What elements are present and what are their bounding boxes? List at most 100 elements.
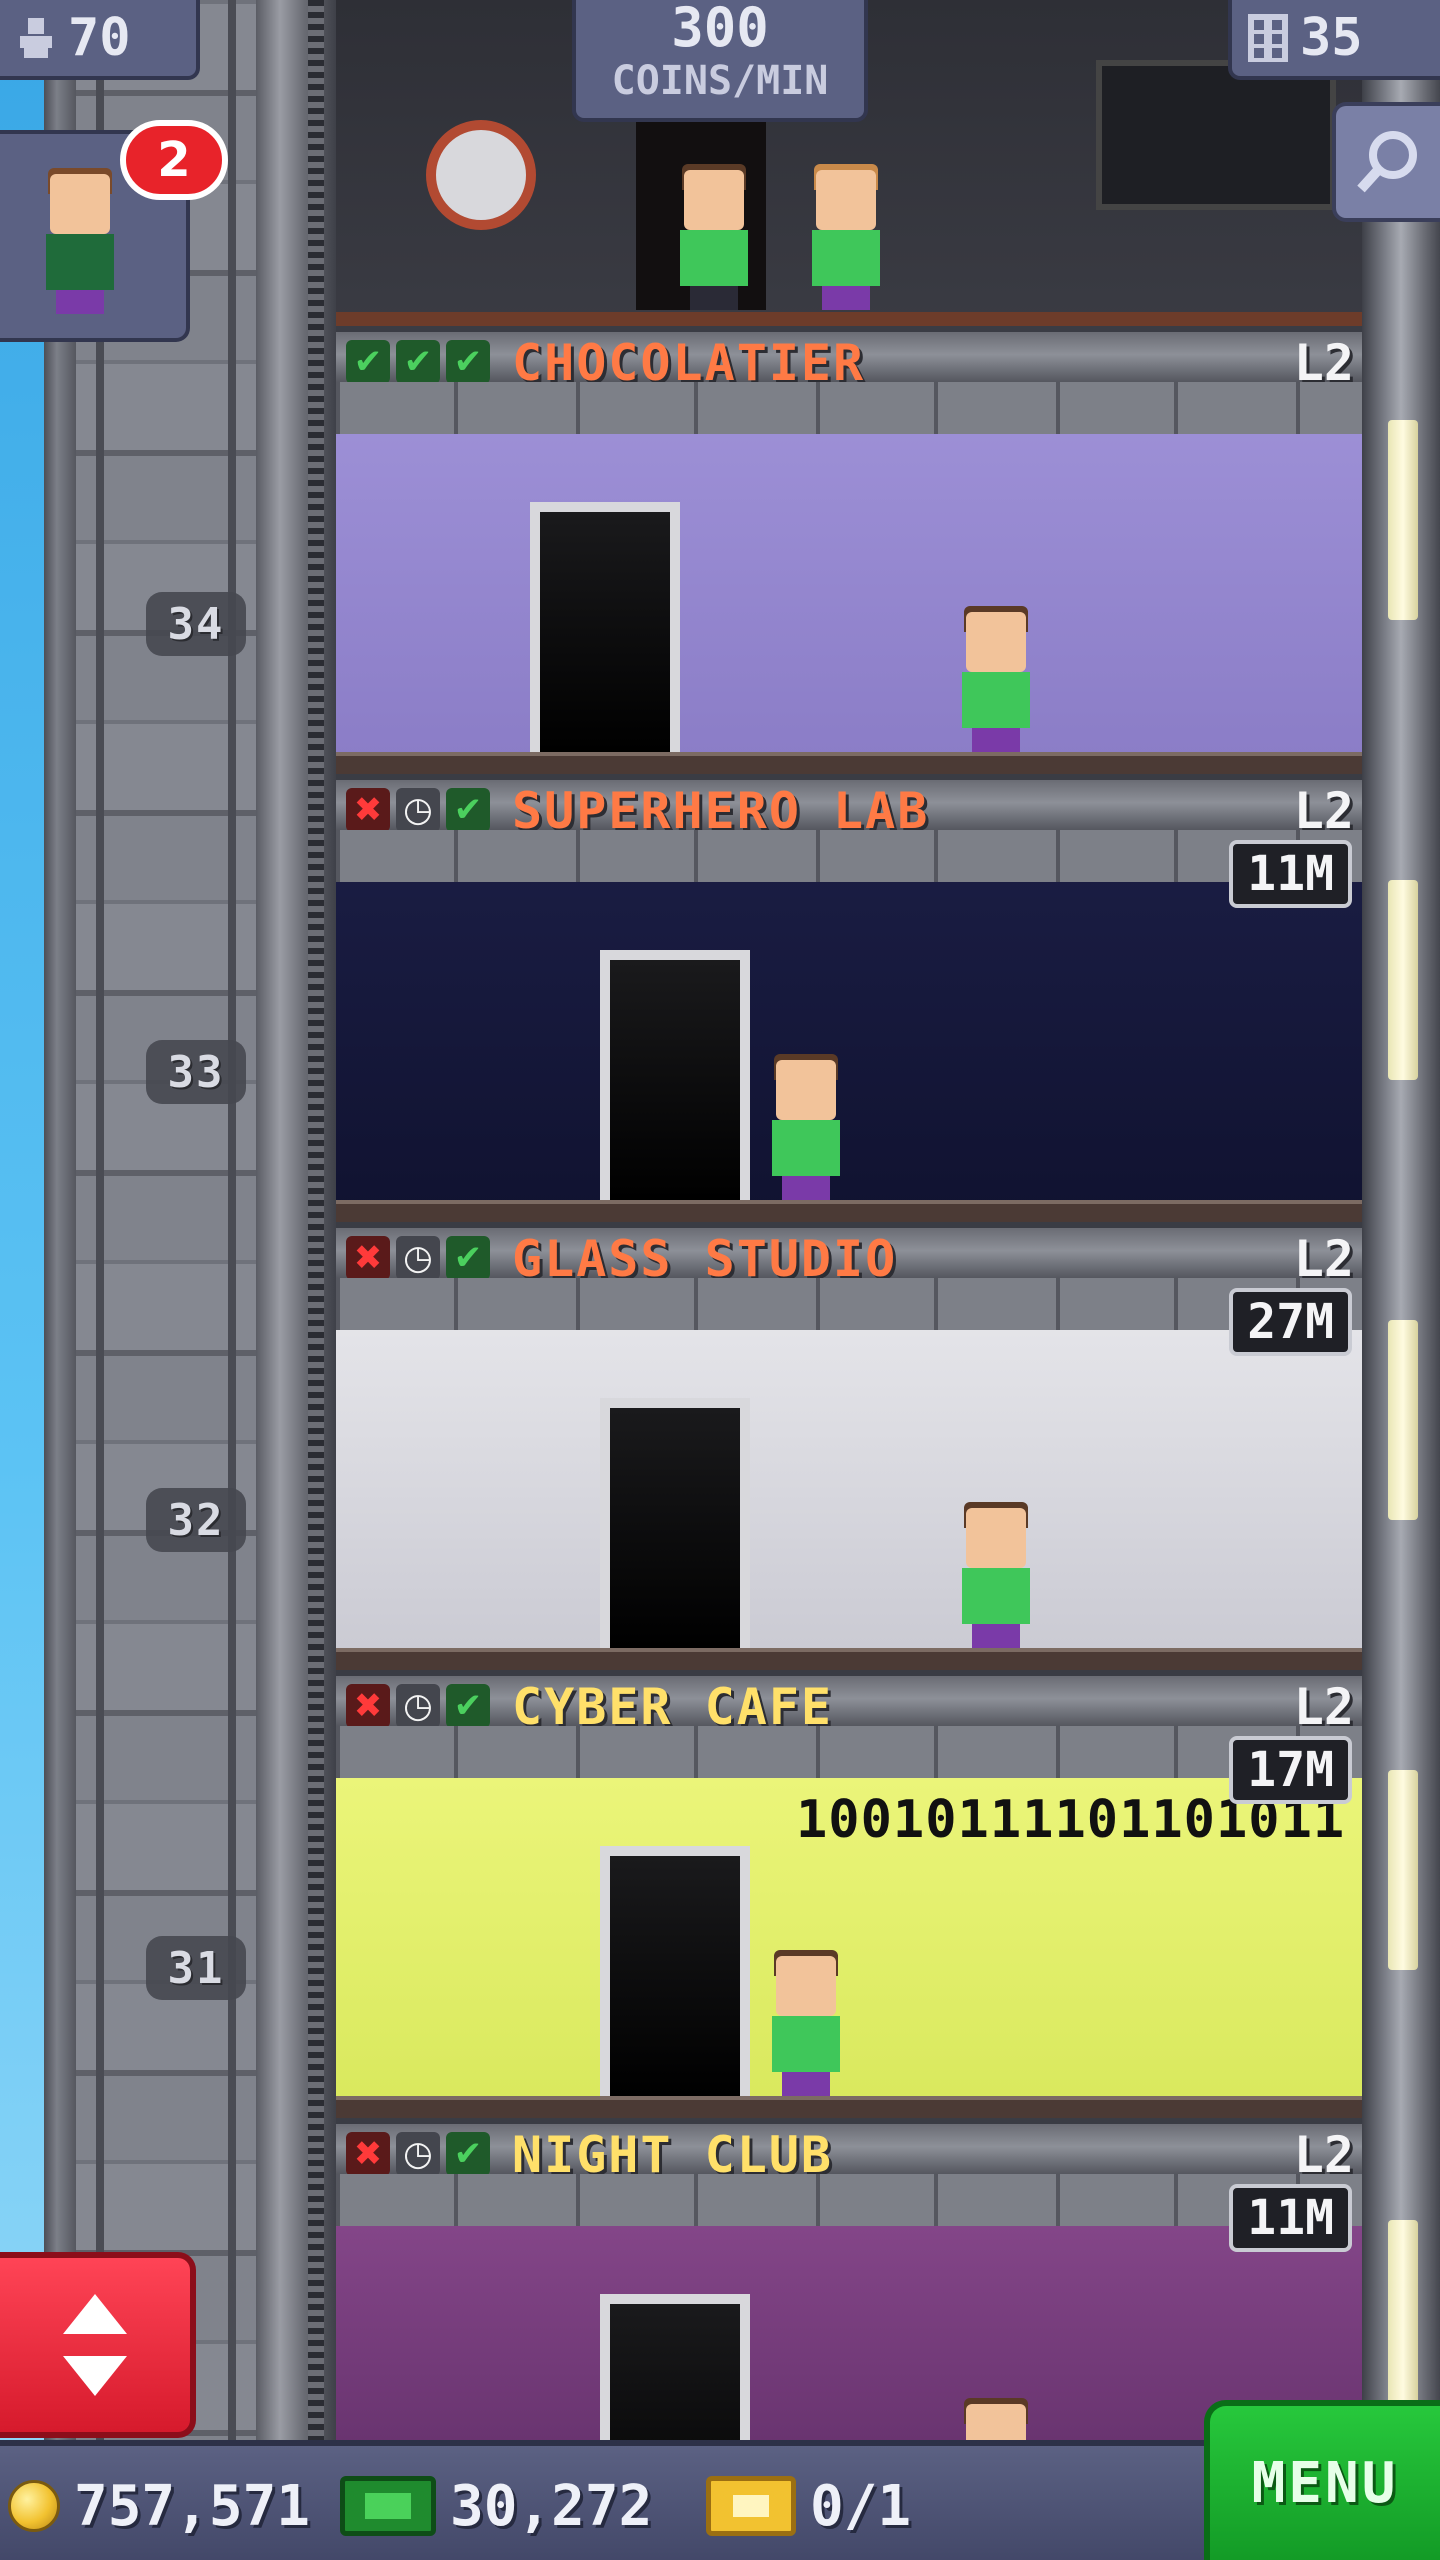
worker[interactable]: [766, 1054, 846, 1200]
tower-right-wall: [1362, 0, 1440, 2440]
bux-counter[interactable]: 30,272: [340, 2468, 652, 2544]
resident-body: [680, 230, 748, 286]
building-icon: [1248, 14, 1288, 62]
stock-timer-label: 11M: [1229, 840, 1352, 908]
worker-head: [776, 1060, 836, 1120]
floor-status-icons: ✖ ◷ ✔: [346, 2132, 490, 2176]
room-ceiling: [336, 382, 1362, 434]
coins-counter[interactable]: 757,571: [8, 2468, 310, 2544]
check-icon: ✔: [446, 1236, 490, 1280]
elevator-shaft[interactable]: [76, 0, 256, 2440]
check-icon: ✔: [346, 340, 390, 384]
room-floor: [336, 2096, 1362, 2118]
clock-icon: ◷: [396, 788, 440, 832]
cross-icon: ✖: [346, 1236, 390, 1280]
room-ceiling: [336, 2174, 1362, 2226]
stock-timer-label: 27M: [1229, 1288, 1352, 1356]
coins-per-min-label: COINS/MIN: [611, 58, 829, 104]
tickets-counter[interactable]: 0/1: [706, 2468, 911, 2544]
cross-icon: ✖: [346, 1684, 390, 1728]
up-down-arrows-icon: [63, 2294, 127, 2396]
floor-header: ✔ ✔ ✔ CHOCOLATIER L2: [336, 326, 1362, 392]
check-icon: ✔: [396, 340, 440, 384]
floor-status-icons: ✖ ◷ ✔: [346, 1236, 490, 1280]
resident-head: [816, 170, 876, 230]
resident-legs: [822, 286, 870, 310]
golden-ticket-icon: [706, 2476, 796, 2536]
room-door: [600, 950, 750, 1200]
elevator-button[interactable]: [0, 2252, 196, 2438]
resident[interactable]: [806, 164, 886, 310]
stock-timer-label: 17M: [1229, 1736, 1352, 1804]
cross-icon: ✖: [346, 788, 390, 832]
floor-count-value: 35: [1300, 8, 1363, 68]
worker[interactable]: [766, 1950, 846, 2096]
check-icon: ✔: [446, 340, 490, 384]
worker-legs: [972, 1624, 1020, 1648]
worker[interactable]: [956, 606, 1036, 752]
check-icon: ✔: [446, 1684, 490, 1728]
floor-room[interactable]: 11M: [336, 830, 1362, 1222]
coins-per-min-value: 300: [671, 0, 769, 59]
game-screen: 34 33 32 31 ✔ ✔ ✔ CHOCOLATIER L2 ✖ ◷ ✔ SUPERHERO…: [0, 0, 1440, 2560]
floor-cyber-cafe[interactable]: ✖ ◷ ✔ CYBER CAFE L2 10010111101101011 17M: [336, 1670, 1362, 2118]
visitor-avatar: [40, 168, 120, 314]
clock-icon: ◷: [396, 2132, 440, 2176]
floor-superhero-lab[interactable]: ✖ ◷ ✔ SUPERHERO LAB L2 11M: [336, 774, 1362, 1222]
menu-button[interactable]: MENU: [1204, 2400, 1440, 2560]
room-ceiling: [336, 1278, 1362, 1330]
wall-lamp: [1388, 2220, 1418, 2420]
visitor-button[interactable]: 2: [0, 120, 228, 342]
clock-icon: ◷: [396, 1684, 440, 1728]
floor-trim: [336, 312, 1362, 326]
worker-head: [966, 612, 1026, 672]
population-counter[interactable]: 70: [0, 0, 200, 80]
room-door: [600, 1846, 750, 2096]
floor-count-panel[interactable]: 35: [1228, 0, 1440, 80]
stock-timer-label: 11M: [1229, 2184, 1352, 2252]
worker[interactable]: [956, 1502, 1036, 1648]
avatar-body: [46, 234, 114, 290]
worker-body: [962, 1568, 1030, 1624]
wall-lamp: [1388, 420, 1418, 620]
wall-lamp: [1388, 1770, 1418, 1970]
worker-legs: [782, 1176, 830, 1200]
floor-room[interactable]: [336, 382, 1362, 774]
avatar-legs: [56, 290, 104, 314]
floor-chocolatier[interactable]: ✔ ✔ ✔ CHOCOLATIER L2: [336, 326, 1362, 774]
room-door: [600, 1398, 750, 1648]
tv-screen: [1096, 60, 1336, 210]
worker-legs: [972, 728, 1020, 752]
egg-chair: [426, 120, 536, 230]
room-ceiling: [336, 830, 1362, 882]
floor-status-icons: ✔ ✔ ✔: [346, 340, 490, 384]
floor-glass-studio[interactable]: ✖ ◷ ✔ GLASS STUDIO L2 27M: [336, 1222, 1362, 1670]
bux-value: 30,272: [450, 2473, 653, 2539]
coin-icon: [8, 2480, 60, 2532]
floor-number-33: 33: [146, 1040, 246, 1104]
wall-lamp: [1388, 1320, 1418, 1520]
zoom-button[interactable]: [1332, 102, 1440, 222]
worker-body: [772, 1120, 840, 1176]
population-value: 70: [68, 8, 131, 68]
coins-per-minute-panel[interactable]: 300 COINS/MIN: [572, 0, 868, 122]
clock-icon: ◷: [396, 1236, 440, 1280]
sky-background: [0, 0, 44, 2440]
resident-head: [684, 170, 744, 230]
bux-icon: [340, 2476, 436, 2536]
tower-left-wall: [44, 0, 76, 2440]
wall-lamp: [1388, 880, 1418, 1080]
tickets-value: 0/1: [810, 2473, 912, 2539]
resident[interactable]: [674, 164, 754, 310]
elevator-cable: [308, 0, 324, 2440]
floor-number-32: 32: [146, 1488, 246, 1552]
worker-head: [966, 1508, 1026, 1568]
avatar-head: [50, 174, 110, 234]
visitor-count-badge: 2: [120, 120, 228, 200]
room-floor: [336, 1200, 1362, 1222]
floor-room[interactable]: 27M: [336, 1278, 1362, 1670]
floor-status-icons: ✖ ◷ ✔: [346, 788, 490, 832]
coins-value: 757,571: [74, 2473, 311, 2539]
floor-room[interactable]: 10010111101101011 17M: [336, 1726, 1362, 2118]
resident-body: [812, 230, 880, 286]
